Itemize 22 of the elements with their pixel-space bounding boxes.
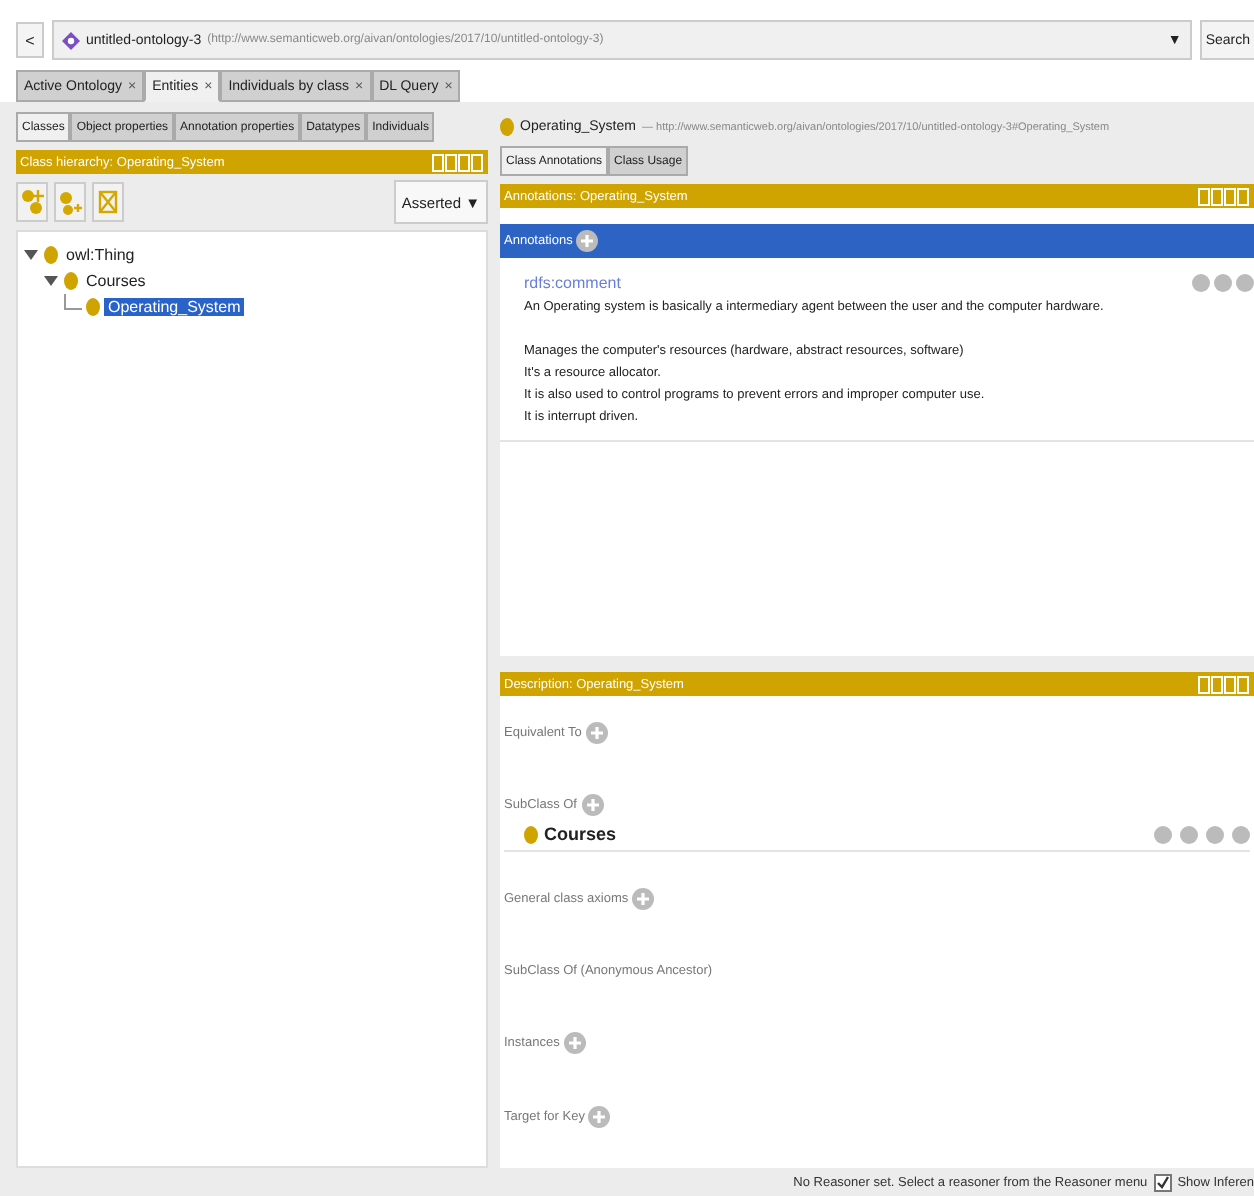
class-tree-item[interactable]: Operating_System xyxy=(104,298,245,316)
add-subclass-button[interactable] xyxy=(16,182,48,222)
add-subclass-icon xyxy=(20,188,44,216)
delete-class-button[interactable] xyxy=(92,182,124,222)
checkbox[interactable] xyxy=(1153,1173,1172,1191)
add-sibling-icon xyxy=(58,188,82,216)
class-icon xyxy=(500,118,514,136)
class-tree-item[interactable]: owl:Thing xyxy=(62,246,139,264)
ontology-icon xyxy=(62,31,80,49)
panel-controls-icon[interactable] xyxy=(1198,187,1250,205)
expand-toggle-icon[interactable] xyxy=(24,248,40,262)
panel-controls-icon[interactable] xyxy=(432,153,484,171)
expand-toggle-icon[interactable] xyxy=(44,274,60,288)
annotation-property[interactable]: rdfs:comment xyxy=(524,273,621,291)
add-sibling-button[interactable] xyxy=(54,182,86,222)
class-icon xyxy=(524,825,538,844)
add-icon[interactable] xyxy=(576,230,599,252)
back-button[interactable]: < xyxy=(16,22,44,58)
panel-controls-icon[interactable] xyxy=(1198,675,1250,693)
class-name[interactable]: Courses xyxy=(544,824,617,845)
class-tree-item[interactable]: Courses xyxy=(82,272,150,290)
delete-class-icon xyxy=(96,188,120,216)
